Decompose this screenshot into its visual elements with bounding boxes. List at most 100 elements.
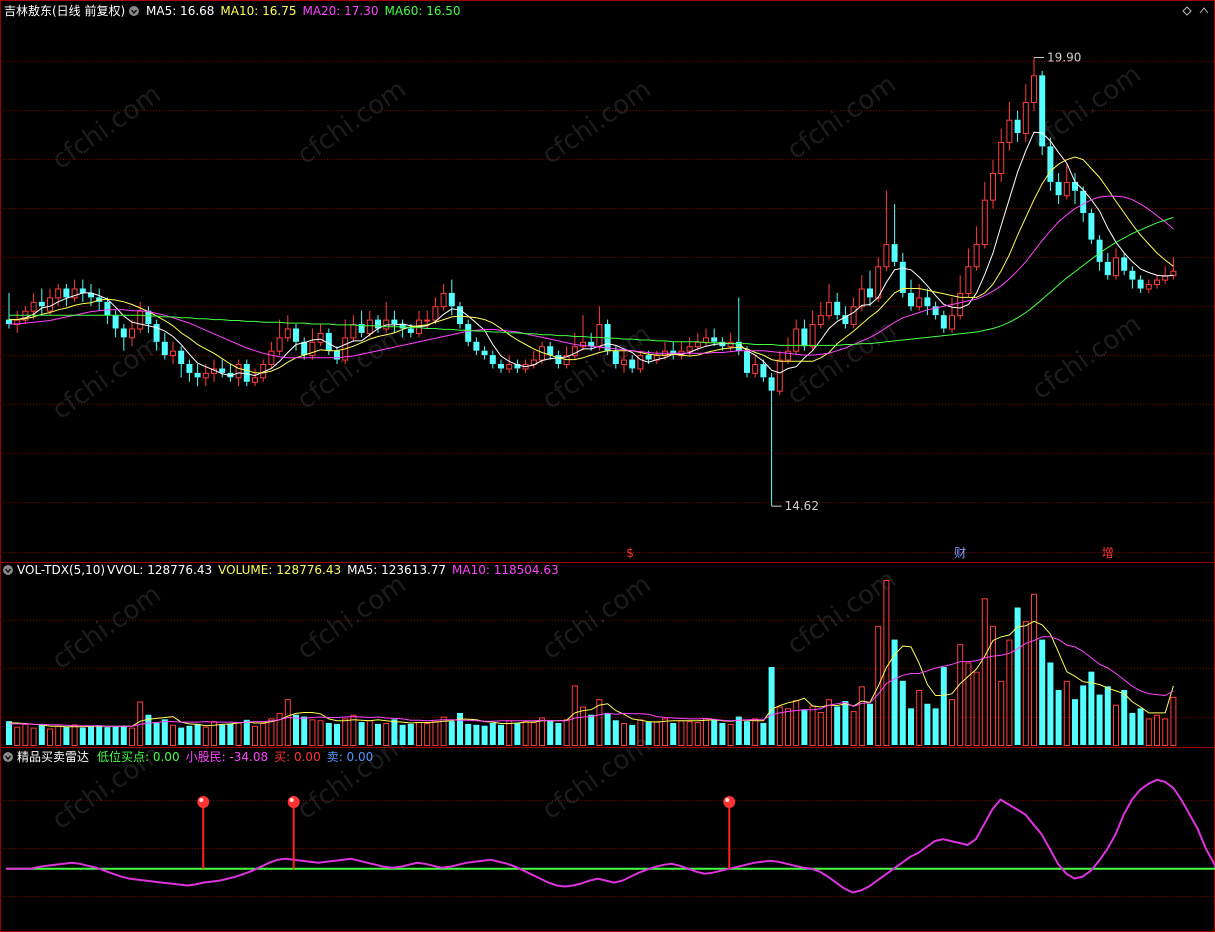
settings-circle-icon[interactable] (129, 6, 139, 16)
candle (63, 284, 70, 307)
volume-bar (481, 725, 488, 745)
legend-item: MA60: 16.50 (385, 4, 461, 18)
volume-bar (448, 721, 455, 745)
volume-bar (96, 725, 103, 745)
candle (768, 372, 775, 507)
candle (703, 328, 709, 347)
candle (457, 301, 463, 329)
volume-bar (924, 703, 931, 745)
candle (14, 310, 21, 333)
volume-bar (1014, 607, 1021, 745)
volume-bar (1072, 699, 1078, 745)
candle-body (202, 372, 209, 379)
volume-bar (1022, 621, 1029, 746)
buy-signal-highlight (289, 798, 294, 802)
candle (752, 355, 759, 378)
volume-bar (883, 580, 890, 746)
candle-body (752, 364, 759, 374)
volume-bar (571, 685, 578, 747)
volume-bar (276, 712, 283, 747)
candle-body (1080, 190, 1087, 213)
candle-body (547, 346, 554, 356)
candle-body (440, 292, 447, 308)
candle (227, 364, 234, 382)
candle-body (325, 332, 332, 351)
volume-bar (998, 680, 1005, 746)
candle (998, 128, 1005, 182)
volume-bar (399, 724, 406, 745)
volume-bar (1006, 639, 1013, 746)
stock-title: 吉林敖东(日线 前复权) (4, 3, 125, 18)
volume-bar (727, 723, 734, 747)
volume-bar (711, 720, 718, 745)
candle-body (432, 306, 439, 321)
volume-bar (71, 724, 78, 746)
candle-body (1154, 279, 1160, 286)
buy-signal-highlight (725, 798, 730, 802)
volume-bar (194, 723, 201, 745)
candle-body (350, 324, 357, 339)
stock-chart[interactable]: cfchi.com cfchi.com cfchi.com cfchi.com cfch… (0, 0, 1215, 932)
buy-signal-ball-icon (287, 796, 300, 808)
candle-body (481, 350, 488, 356)
volume-bar (834, 706, 841, 745)
buy-signal-ball-icon (723, 796, 736, 808)
volume-bar (243, 719, 250, 745)
volume-bar (79, 727, 86, 745)
buy-signal-pin (723, 796, 736, 869)
volume-bar (112, 726, 119, 745)
chevron-up-icon[interactable] (1199, 7, 1209, 14)
candle-body (949, 315, 955, 330)
candle-body (112, 315, 119, 329)
candle (1162, 266, 1169, 285)
volume-bar (1063, 680, 1070, 746)
volume-bar (309, 719, 316, 746)
volume-bar (334, 723, 340, 745)
volume-bar (186, 725, 193, 745)
volume-bar (293, 714, 299, 745)
volume-bar (1047, 662, 1054, 745)
candle (1022, 84, 1029, 142)
volume-bar (22, 723, 29, 747)
candle-body (580, 341, 586, 348)
candle-body (965, 266, 972, 294)
candle-body (711, 337, 718, 342)
volume-bar (530, 722, 537, 746)
candle (826, 284, 832, 320)
candle-body (768, 377, 775, 391)
candle-body (137, 310, 144, 330)
candle-body (1014, 119, 1021, 134)
candle (891, 204, 898, 267)
watermark-text: cfchi.com (537, 74, 657, 170)
volume-bar (416, 722, 422, 746)
volume-bar (1137, 708, 1144, 745)
watermark-text: cfchi.com (292, 319, 412, 415)
candle (596, 306, 603, 351)
diamond-icon[interactable] (1182, 6, 1192, 16)
volume-bar (809, 705, 816, 746)
volume-bar (268, 718, 275, 747)
volume-panel-header: VOL-TDX(5,10) VVOL: 128776.43 VOLUME: 128… (3, 563, 559, 577)
candle-body (891, 244, 898, 262)
volume-bar (88, 726, 94, 745)
volume-bar (678, 720, 685, 746)
volume-bar (612, 720, 619, 745)
candle (973, 226, 980, 271)
candle-body (268, 350, 275, 366)
candle-body (104, 301, 111, 316)
volume-bar (498, 724, 504, 745)
volume-bar (842, 701, 849, 745)
settings-circle-icon[interactable] (3, 565, 13, 575)
candle-body (465, 324, 472, 342)
volume-bar (1162, 718, 1169, 747)
volume-bar (588, 714, 595, 745)
settings-circle-icon[interactable] (3, 752, 13, 762)
candle (481, 346, 488, 360)
candle (678, 341, 685, 360)
volume-bar (662, 718, 668, 747)
main-panel-header: 吉林敖东(日线 前复权) MA5: 16.68 MA10: 16.75 MA20: … (4, 3, 1209, 18)
volume-bar (686, 721, 693, 747)
volume-bar (752, 718, 759, 747)
low-price-label: 14.62 (785, 499, 819, 513)
buy-signal-ball-icon (197, 796, 210, 808)
